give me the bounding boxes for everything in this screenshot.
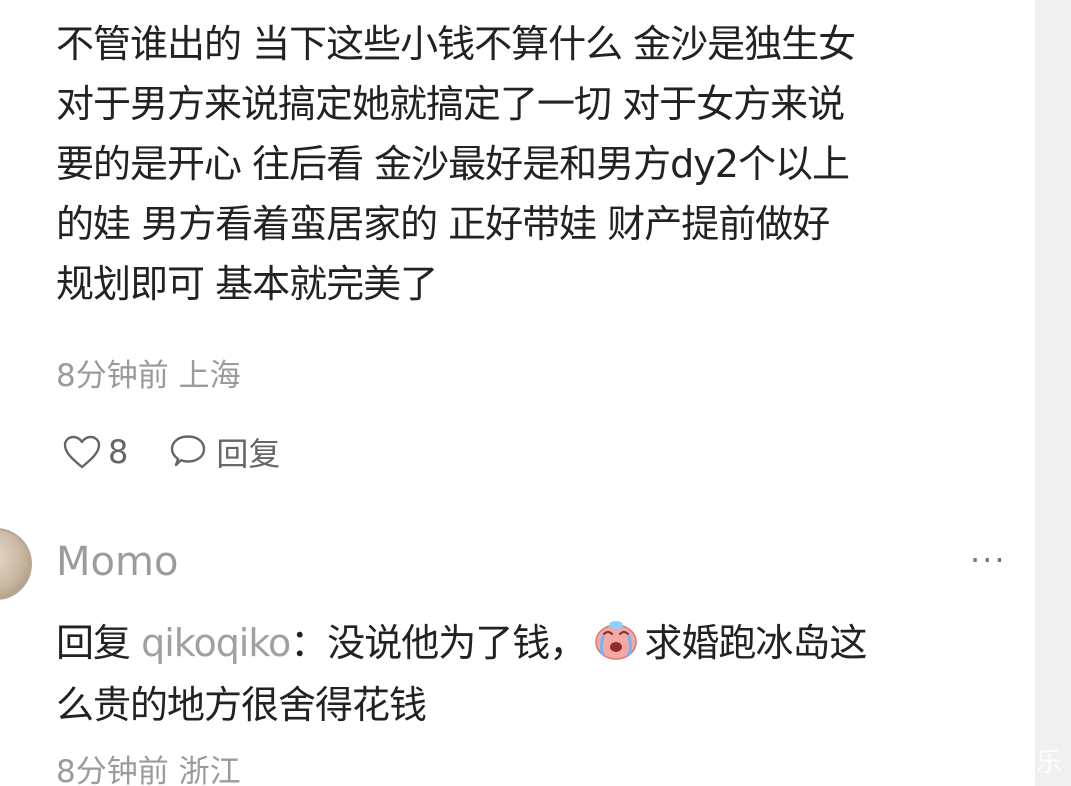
like-button[interactable]: 8 [62, 433, 128, 471]
reply-label: 回复 [216, 435, 281, 473]
avatar[interactable] [0, 528, 32, 600]
reply-button[interactable]: 回复 [168, 429, 280, 475]
more-options-icon[interactable]: ··· [970, 540, 1007, 580]
reply-prefix: 回复 [56, 621, 131, 665]
comment-meta: 8分钟前 上海 [56, 358, 241, 394]
mention-link[interactable]: qikoqiko [141, 621, 291, 665]
mention-separator: ： [290, 621, 328, 665]
comment-actions: 8 回复 [62, 430, 320, 474]
comment-line: 要的是开心 往后看 金沙最好是和男方dy2个以上 [56, 142, 850, 186]
reply-meta: 8分钟前 浙江 [56, 754, 241, 786]
comment-line: 不管谁出的 当下这些小钱不算什么 金沙是独生女 [56, 22, 856, 66]
comment-line: 对于男方来说搞定她就搞定了一切 对于女方来说 [56, 82, 845, 126]
watermark: 乐 [1036, 748, 1063, 778]
comment-body: 不管谁出的 当下这些小钱不算什么 金沙是独生女 对于男方来说搞定她就搞定了一切 … [56, 14, 1031, 314]
reply-text: 求婚跑冰岛这 [644, 621, 867, 665]
comment-bubble-icon [171, 435, 206, 467]
username[interactable]: Momo [56, 536, 178, 588]
comment-line: 规划即可 基本就完美了 [56, 262, 438, 306]
scrollbar-gutter[interactable] [1035, 0, 1071, 786]
comment-line: 的娃 男方看着蛮居家的 正好带娃 财产提前做好 [56, 202, 830, 246]
comment-panel: 不管谁出的 当下这些小钱不算什么 金沙是独生女 对于男方来说搞定她就搞定了一切 … [0, 0, 1035, 786]
heart-icon [63, 435, 101, 469]
reply-text: 没说他为了钱， [327, 621, 587, 665]
reply-line: 回复 qikoqiko：没说他为了钱， 求婚跑冰岛这 [56, 612, 1031, 674]
reply-line: 么贵的地方很舍得花钱 [56, 683, 427, 727]
like-count: 8 [108, 433, 129, 471]
crying-face-emoji-icon [595, 621, 638, 660]
reply-body: 回复 qikoqiko：没说他为了钱， 求婚跑冰岛这 么贵的地方很舍得花钱 [56, 612, 1031, 736]
